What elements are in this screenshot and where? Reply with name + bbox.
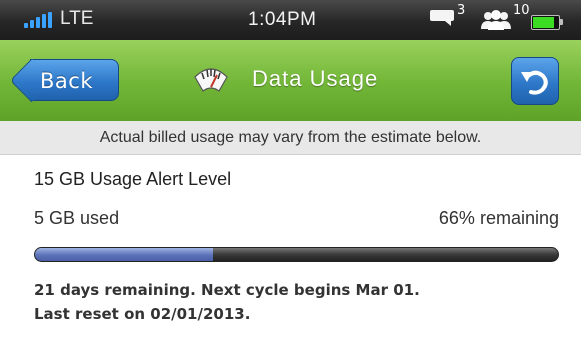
status-bar: LTE 1:04PM 3 10 [0, 0, 581, 40]
navigation-bar: Back Data Usage [0, 40, 581, 121]
used-amount-value: 5 GB [34, 208, 76, 228]
carrier-label: LTE [60, 8, 94, 29]
refresh-button[interactable] [511, 57, 559, 105]
undo-icon [521, 70, 548, 95]
billing-notice: Actual billed usage may vary from the es… [0, 121, 581, 155]
message-icon [430, 10, 454, 26]
gauge-icon [194, 68, 228, 92]
remaining-percent: 66% remaining [439, 208, 559, 229]
contacts-count-badge: 10 [513, 3, 530, 18]
battery-icon [531, 15, 563, 30]
days-remaining-text: 21 days remaining. Next cycle begins Mar… [34, 281, 420, 299]
clock: 1:04PM [248, 9, 317, 30]
usage-progress-fill [35, 248, 213, 261]
screen: LTE 1:04PM 3 10 Back Data Usage Actual b… [0, 0, 581, 343]
used-amount: 5 GB used [34, 208, 119, 229]
battery-tip [560, 19, 563, 25]
message-count-badge: 3 [457, 3, 466, 18]
battery-level [533, 17, 554, 28]
page-title: Data Usage [252, 66, 379, 91]
cycle-info: 21 days remaining. Next cycle begins Mar… [34, 278, 420, 326]
usage-panel: 15 GB Usage Alert Level 5 GB used 66% re… [0, 155, 581, 343]
used-amount-suffix: used [80, 208, 120, 228]
remaining-percent-value: 66% [438, 208, 475, 228]
back-button[interactable]: Back [30, 59, 119, 101]
usage-progress-bar [34, 247, 559, 262]
back-button-label: Back [40, 69, 93, 93]
contacts-icon [481, 10, 511, 30]
remaining-percent-suffix: remaining [479, 208, 559, 228]
signal-strength-icon [24, 12, 52, 28]
alert-level-title: 15 GB Usage Alert Level [34, 169, 232, 189]
last-reset-text: Last reset on 02/01/2013. [34, 305, 251, 323]
